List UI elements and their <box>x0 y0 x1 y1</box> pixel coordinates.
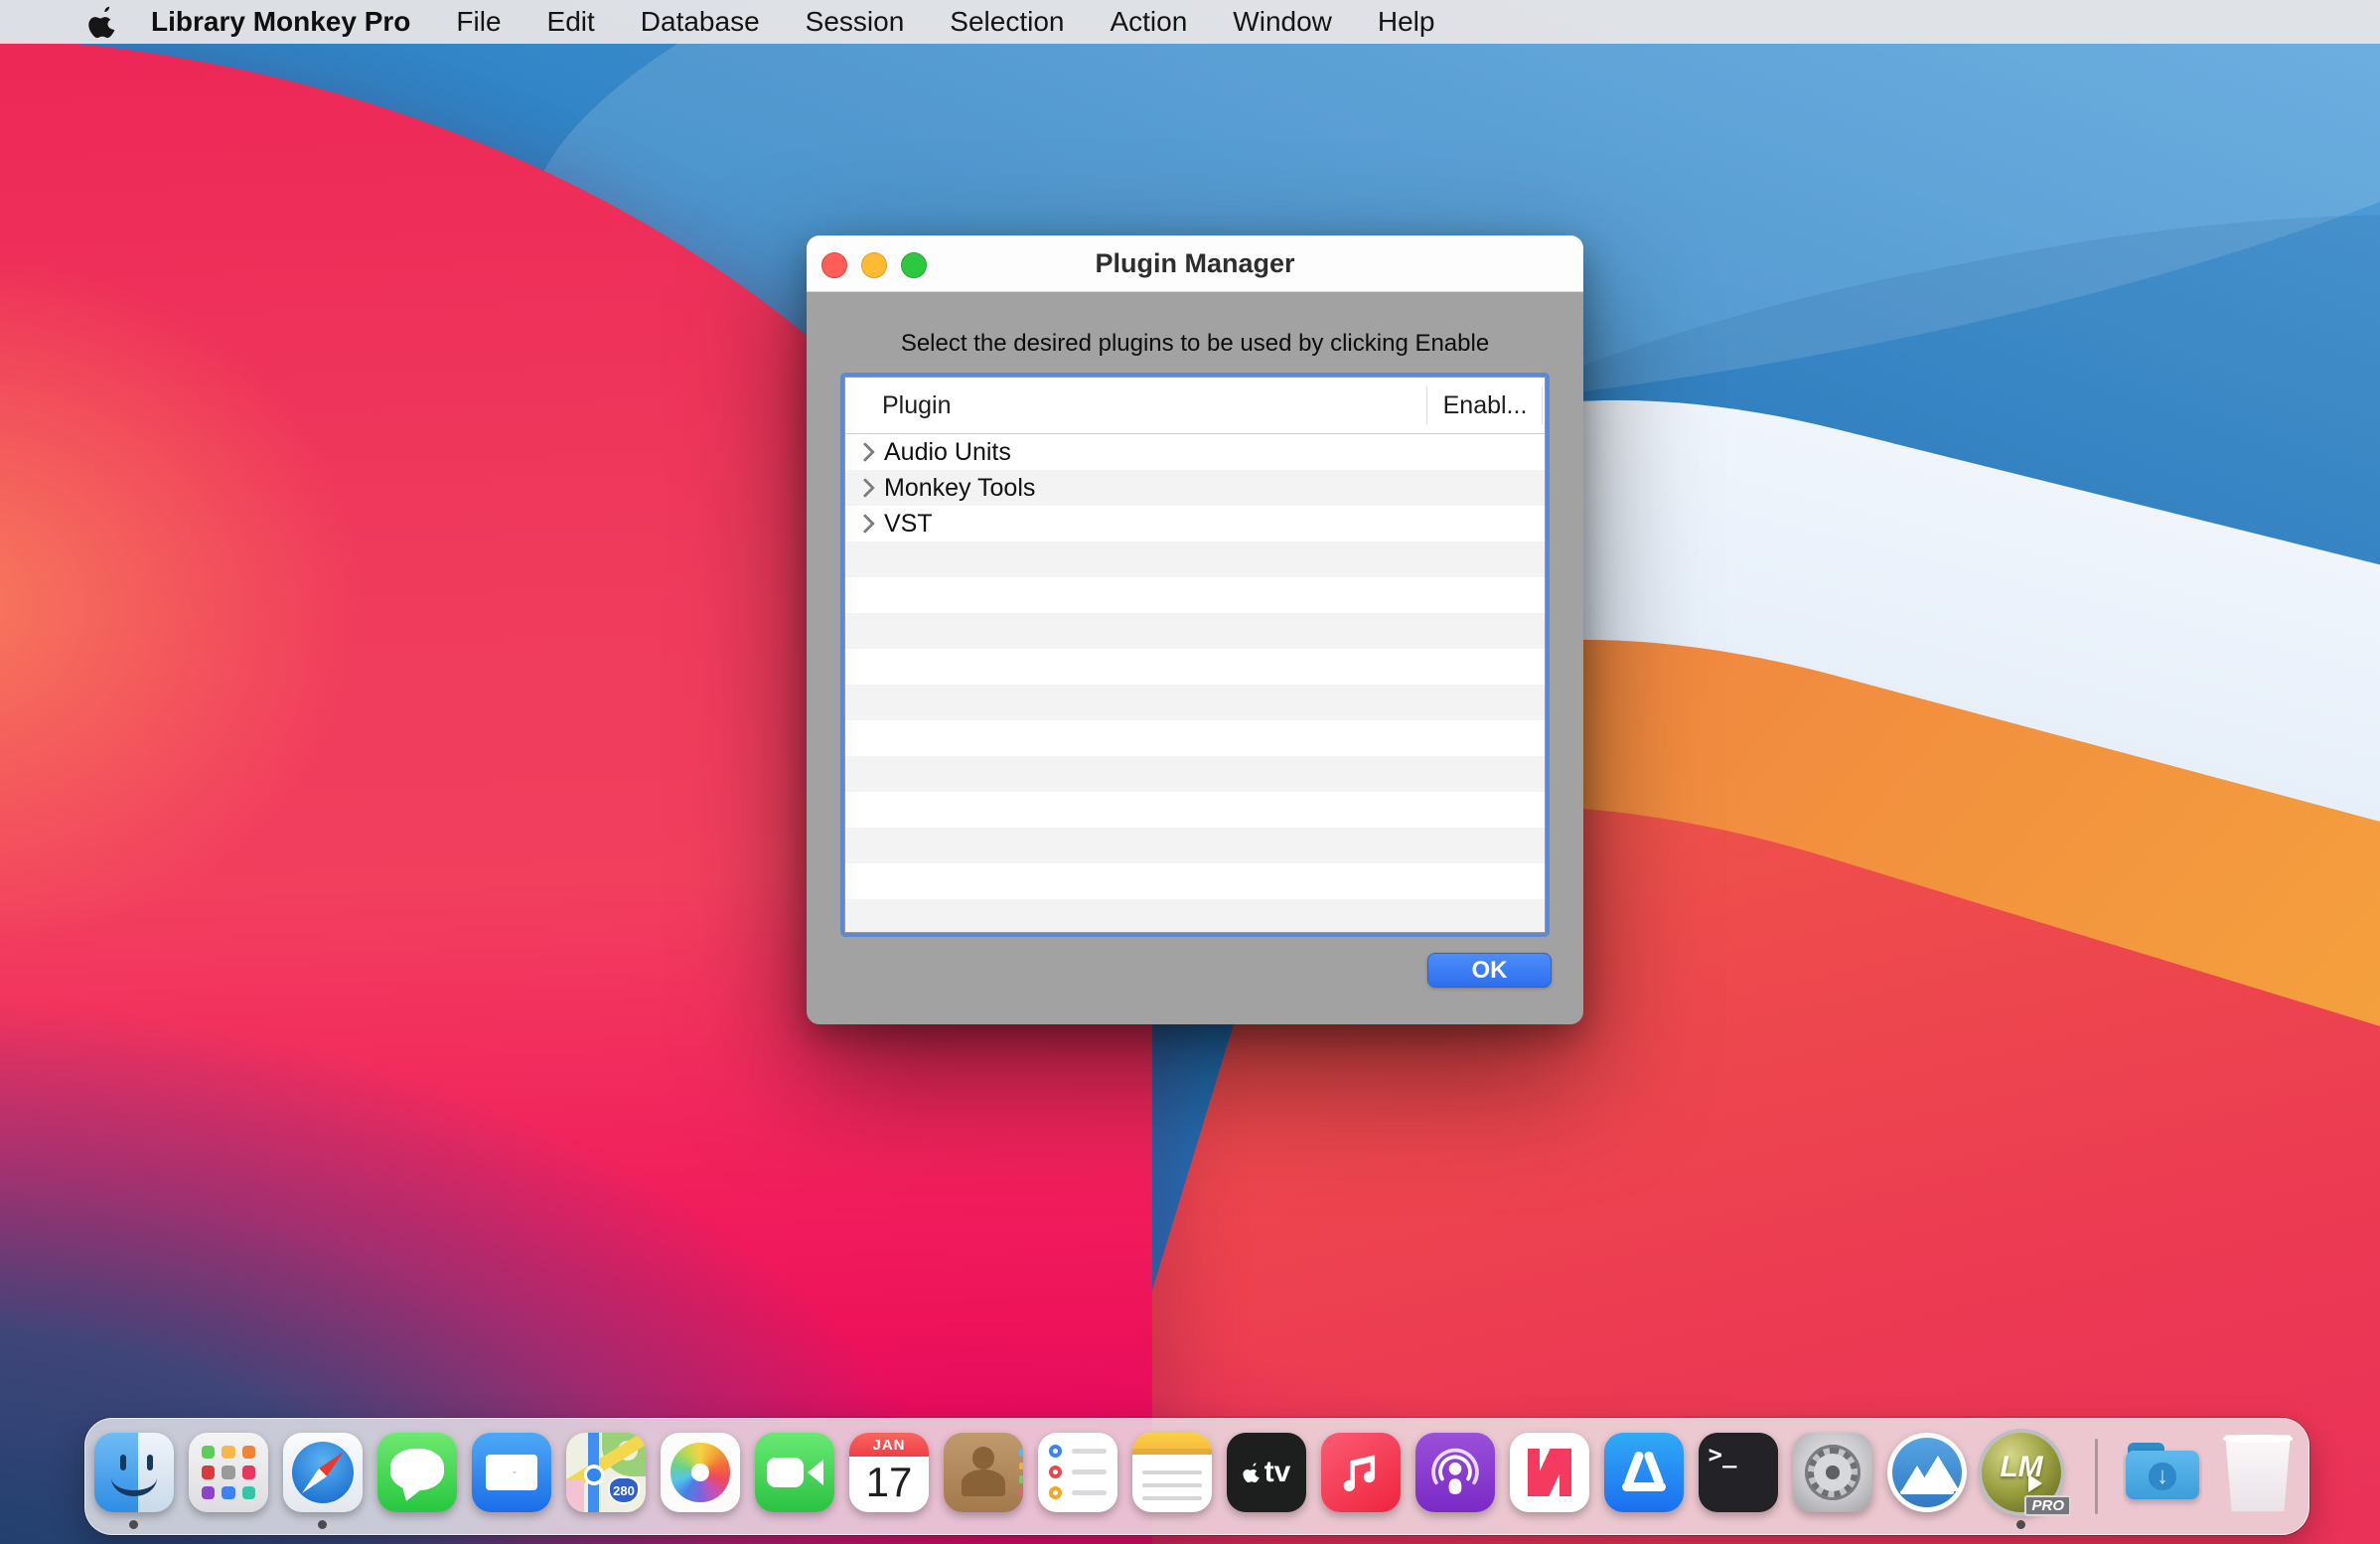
dock-icon-mail[interactable] <box>472 1433 551 1512</box>
gear-icon <box>1805 1445 1860 1500</box>
dock-icon-messages[interactable] <box>377 1433 457 1512</box>
table-row-vst[interactable]: VST <box>845 506 1545 541</box>
menu-file[interactable]: File <box>456 6 501 38</box>
disclosure-chevron-icon[interactable] <box>855 514 875 534</box>
menu-bar: Library Monkey Pro File Edit Database Se… <box>0 0 2380 44</box>
dock-icon-library-monkey-pro[interactable]: LM PRO <box>1982 1433 2061 1512</box>
dock-icon-system-preferences[interactable] <box>1793 1433 1872 1512</box>
dock-divider <box>2095 1439 2098 1514</box>
dock-icon-safari[interactable] <box>283 1433 363 1512</box>
dock-icon-calendar[interactable]: JAN 17 <box>849 1433 929 1512</box>
menu-items: File Edit Database Session Selection Act… <box>456 6 1434 38</box>
dock-icon-notes[interactable] <box>1132 1433 1212 1512</box>
dock-icon-finder[interactable] <box>94 1433 174 1512</box>
dock-icon-maps[interactable]: 280 <box>566 1433 646 1512</box>
menu-selection[interactable]: Selection <box>950 6 1064 38</box>
disclosure-chevron-icon[interactable] <box>855 442 875 462</box>
column-header-enabled[interactable]: Enabl... <box>1429 378 1541 433</box>
row-label: Monkey Tools <box>884 474 1035 503</box>
dock-icon-contacts[interactable] <box>944 1433 1023 1512</box>
dock-icon-trash[interactable] <box>2218 1433 2298 1512</box>
menu-action[interactable]: Action <box>1110 6 1187 38</box>
instruction-text: Select the desired plugins to be used by… <box>807 330 1583 358</box>
menu-help[interactable]: Help <box>1378 6 1435 38</box>
arrow-icon <box>2028 1474 2051 1492</box>
window-titlebar[interactable]: Plugin Manager <box>807 235 1583 292</box>
plugin-manager-window: Plugin Manager Select the desired plugin… <box>807 235 1583 1024</box>
apple-tv-label: tv <box>1264 1456 1291 1489</box>
table-row-audio-units[interactable]: Audio Units <box>845 434 1545 470</box>
calendar-day: 17 <box>849 1454 929 1512</box>
row-label: VST <box>884 510 933 539</box>
menu-edit[interactable]: Edit <box>547 6 595 38</box>
ok-button[interactable]: OK <box>1427 953 1552 988</box>
dock-icon-photos[interactable] <box>661 1433 740 1512</box>
dock-icon-reminders[interactable] <box>1038 1433 1117 1512</box>
plugin-table[interactable]: Plugin Enabl... Audio Units Monkey Tools… <box>840 373 1550 937</box>
column-divider-right <box>1542 386 1543 424</box>
dock-icon-music[interactable] <box>1321 1433 1401 1512</box>
running-indicator-finder <box>129 1520 138 1529</box>
dock-icon-podcasts[interactable] <box>1415 1433 1495 1512</box>
pro-badge: PRO <box>2024 1495 2071 1516</box>
dock-icon-app-cleaner[interactable] <box>1887 1433 1967 1512</box>
menu-session[interactable]: Session <box>806 6 905 38</box>
dock-icon-apple-tv[interactable]: tv <box>1227 1433 1306 1512</box>
running-indicator-library-monkey-pro <box>2016 1520 2025 1529</box>
window-title: Plugin Manager <box>807 235 1583 291</box>
terminal-prompt: >_ <box>1709 1441 1737 1468</box>
menu-database[interactable]: Database <box>641 6 760 38</box>
dock-icon-terminal[interactable]: >_ <box>1699 1433 1778 1512</box>
download-arrow-icon: ↓ <box>2149 1463 2175 1489</box>
dock-icon-downloads[interactable]: ↓ <box>2123 1433 2202 1512</box>
column-header-plugin[interactable]: Plugin <box>882 378 952 433</box>
plugin-table-inner: Plugin Enabl... Audio Units Monkey Tools… <box>844 377 1546 933</box>
table-rows: Audio Units Monkey Tools VST <box>845 434 1545 932</box>
dock-icon-news[interactable] <box>1510 1433 1589 1512</box>
app-menu-title[interactable]: Library Monkey Pro <box>151 6 410 38</box>
column-divider[interactable] <box>1426 386 1427 424</box>
apple-menu-icon[interactable] <box>87 5 117 39</box>
row-label: Audio Units <box>884 438 1011 467</box>
running-indicator-safari <box>318 1520 327 1529</box>
dock-icon-facetime[interactable] <box>755 1433 834 1512</box>
table-header: Plugin Enabl... <box>845 378 1545 434</box>
table-row-monkey-tools[interactable]: Monkey Tools <box>845 470 1545 506</box>
menu-window[interactable]: Window <box>1233 6 1332 38</box>
dock: 280 JAN 17 tv <box>84 1418 2309 1535</box>
maps-shield-label: 280 <box>608 1476 639 1504</box>
dock-icon-launchpad[interactable] <box>189 1433 268 1512</box>
disclosure-chevron-icon[interactable] <box>855 478 875 498</box>
dock-icon-app-store[interactable] <box>1604 1433 1684 1512</box>
